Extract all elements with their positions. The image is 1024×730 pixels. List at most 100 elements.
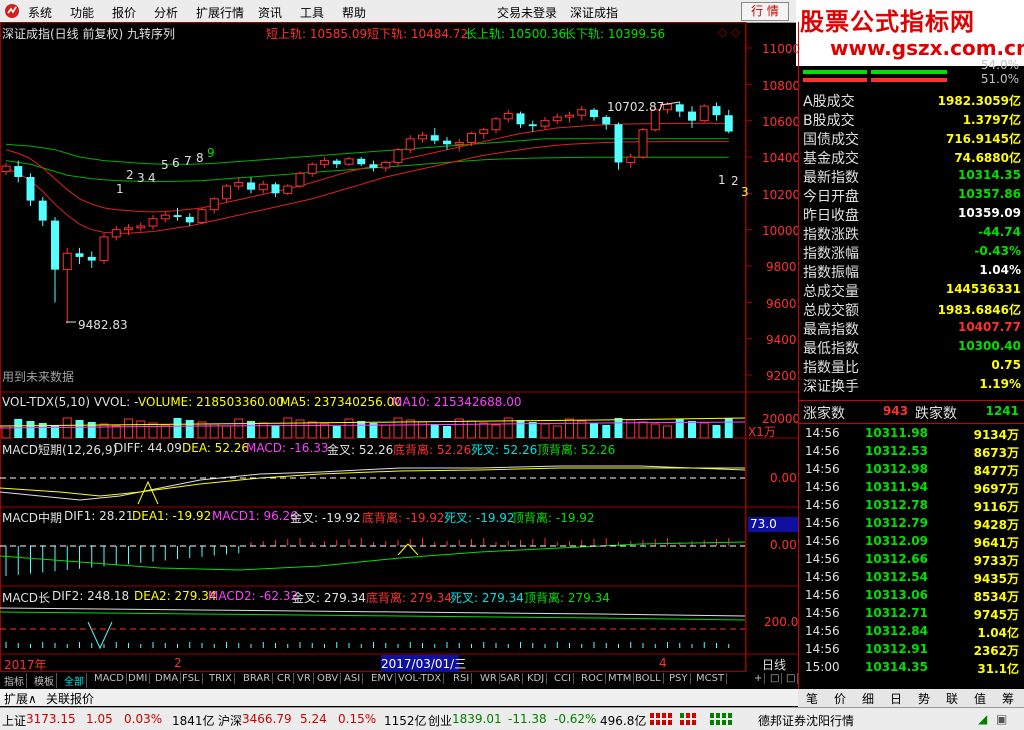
indicator-tab[interactable]: FSL xyxy=(180,673,203,684)
tick-time: 14:56 xyxy=(805,552,840,566)
macd2-dea: DEA1: -19.92 xyxy=(132,509,212,523)
tick-row: 14:56 10312.53 8673万 xyxy=(803,444,1021,462)
sidebar-tab[interactable]: 细 xyxy=(862,690,874,707)
menu-quote[interactable]: 报价 xyxy=(112,4,136,21)
stat-value: 10357.86 xyxy=(957,187,1021,201)
volume-bar xyxy=(99,423,109,439)
candle-body xyxy=(295,172,305,187)
indicator-tab[interactable]: MCST xyxy=(694,673,728,684)
menu-help[interactable]: 帮助 xyxy=(342,4,366,21)
ytick-9400: 9400 xyxy=(766,333,797,347)
indicator-tab-control[interactable]: □ xyxy=(768,673,783,684)
seq-3: 3 xyxy=(137,171,145,185)
quote-sidebar: 54.0% 51.0% A股成交 1982.3059亿 B股成交 1.3797亿 国债成… xyxy=(798,22,1024,689)
tick-time: 14:56 xyxy=(805,570,840,584)
menu-system[interactable]: 系统 xyxy=(28,4,52,21)
sidebar-tab[interactable]: 势 xyxy=(918,690,930,707)
indicator-tab[interactable]: CCI xyxy=(552,673,574,684)
indicator-tab[interactable]: 全部 xyxy=(62,673,87,688)
candle-body xyxy=(602,117,611,125)
indicator-tab[interactable]: BRAR xyxy=(241,673,274,684)
updown-bar-red-a xyxy=(803,78,867,82)
stat-label: 最新指数 xyxy=(803,170,859,186)
menu-extended[interactable]: 扩展行情 xyxy=(196,4,244,21)
sidebar-tab[interactable]: 联 xyxy=(946,690,958,707)
indicator-tab[interactable]: PSY xyxy=(667,673,691,684)
tick-price: 10311.94 xyxy=(865,480,929,494)
sidebar-tab[interactable]: 笔 xyxy=(806,690,818,707)
menu-function[interactable]: 功能 xyxy=(70,4,94,21)
chart-canvas[interactable] xyxy=(0,22,798,672)
stat-value: 0.75 xyxy=(991,358,1021,372)
macd1-ytick: 0.00 xyxy=(770,471,797,485)
volume-bar xyxy=(393,417,403,439)
indicator-tab[interactable]: VR xyxy=(295,673,314,684)
indicator-tab[interactable]: VOL-TDX xyxy=(396,673,445,684)
stat-label: 今日开盘 xyxy=(803,189,859,205)
indicator-tab-control[interactable]: + xyxy=(752,673,766,684)
seq-5: 5 xyxy=(161,158,169,172)
indicator-tab[interactable]: WR xyxy=(478,673,500,684)
tick-price: 10312.84 xyxy=(865,624,929,638)
stat-row: 总成交量 144536331 xyxy=(803,280,1023,300)
indicator-tab-control[interactable]: □ xyxy=(784,673,799,684)
stat-label: 最高指数 xyxy=(803,322,859,338)
ytick-9800: 9800 xyxy=(766,260,797,274)
macd2-top: 顶背离: -19.92 xyxy=(512,511,595,525)
tick-volume: 8534万 xyxy=(973,590,1019,604)
main-chart[interactable]: 深证成指(日线 前复权) 九转序列 短上轨: 10585.09 短下轨: 104… xyxy=(0,22,800,673)
indicator-tab[interactable]: BOLL xyxy=(633,673,664,684)
macd3-name: MACD长 xyxy=(2,591,50,605)
stat-row: 指数涨跌 -44.74 xyxy=(803,223,1023,243)
tick-volume: 9697万 xyxy=(973,482,1019,496)
stat-label: B股成交 xyxy=(803,113,855,129)
stat-row: A股成交 1982.3059亿 xyxy=(803,90,1023,110)
menu-analysis[interactable]: 分析 xyxy=(154,4,178,21)
indicator-tab[interactable]: MACD xyxy=(92,673,127,684)
menu-tools[interactable]: 工具 xyxy=(300,4,324,21)
candle-body xyxy=(38,200,47,221)
indicator-tab[interactable]: ASI xyxy=(342,673,364,684)
chart-corner-icon[interactable]: ◇ ◇ xyxy=(718,25,740,39)
sidebar-tab[interactable]: 值 xyxy=(974,690,986,707)
stat-value: -0.43% xyxy=(974,244,1021,258)
related-quotes[interactable]: 关联报价 xyxy=(46,690,94,707)
candle-body xyxy=(675,104,684,112)
sidebar-tab[interactable]: 日 xyxy=(890,690,902,707)
stat-label: 昨日收盘 xyxy=(803,208,859,224)
candle-body xyxy=(712,106,721,116)
indicator-tab[interactable]: SAR xyxy=(498,673,524,684)
indicator-tab[interactable]: DMI xyxy=(126,673,151,684)
indicator-tab[interactable]: CR xyxy=(275,673,294,684)
vol-label: VOL-TDX(5,10) VVOL: - xyxy=(2,395,139,409)
menu-info[interactable]: 资讯 xyxy=(258,4,282,21)
ytick-9600: 9600 xyxy=(766,297,797,311)
indicator-tab[interactable]: ROC xyxy=(579,673,606,684)
indicator-tab[interactable]: MTM xyxy=(606,673,635,684)
stat-value: 1.19% xyxy=(979,377,1021,391)
indicator-tab[interactable]: KDJ xyxy=(525,673,548,684)
sidebar-tab[interactable]: 筹 xyxy=(1002,690,1014,707)
tick-time: 14:56 xyxy=(805,462,840,476)
legend-long-upper: 长上轨: 10500.36 xyxy=(465,27,567,41)
seq-6: 6 xyxy=(172,156,180,170)
sidebar-tab[interactable]: 价 xyxy=(834,690,846,707)
indicator-tab[interactable]: TRIX xyxy=(207,673,235,684)
indicator-tab[interactable]: 指标 xyxy=(2,673,27,688)
extend-toggle[interactable]: 扩展∧ xyxy=(4,690,37,707)
tick-time: 14:56 xyxy=(805,498,840,512)
candle-body xyxy=(222,185,231,200)
indicator-tab[interactable]: DMA xyxy=(153,673,182,684)
volume-bar xyxy=(173,418,182,438)
stat-row: 昨日收盘 10359.09 xyxy=(803,204,1023,224)
tick-time: 14:56 xyxy=(805,444,840,458)
seq-7: 7 xyxy=(184,154,192,168)
indicator-tab[interactable]: OBV xyxy=(315,673,342,684)
timeline-period[interactable]: 日线 xyxy=(762,656,786,673)
indicator-tab[interactable]: EMV xyxy=(369,673,396,684)
indicator-tab[interactable]: 模板 xyxy=(32,673,57,688)
indicator-tab[interactable]: RSI xyxy=(451,673,473,684)
candle-body xyxy=(381,161,391,169)
quote-button[interactable]: 行 情 xyxy=(741,2,789,21)
volume-bar xyxy=(638,421,648,439)
